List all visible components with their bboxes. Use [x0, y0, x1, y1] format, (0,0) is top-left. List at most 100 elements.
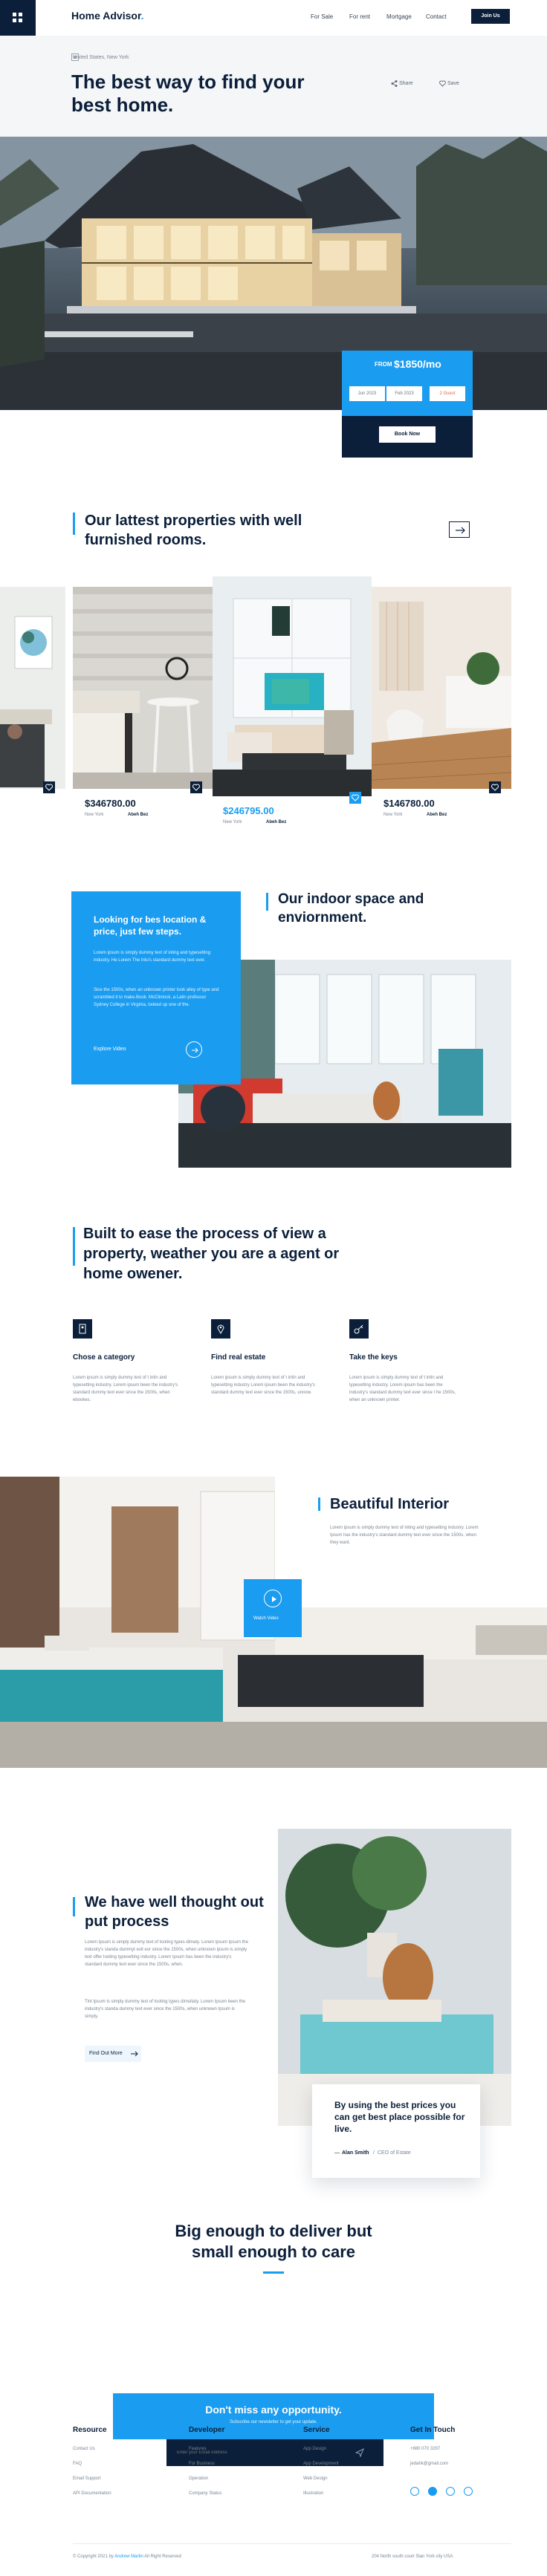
- nav-for-sale[interactable]: For Sale: [311, 13, 333, 20]
- footer-link[interactable]: Operation: [189, 2476, 208, 2481]
- footer-email[interactable]: jedahk@gmail.com: [410, 2462, 448, 2466]
- nav-for-rent[interactable]: For rent: [349, 13, 370, 20]
- footer-divider: [73, 2543, 511, 2544]
- testimonial-dash: —: [334, 2150, 340, 2156]
- favorite-button[interactable]: [349, 792, 361, 804]
- footer-phone[interactable]: +880 070 3297: [410, 2447, 440, 2451]
- instagram-icon[interactable]: [464, 2487, 473, 2496]
- check-out-field[interactable]: Feb 2023: [386, 386, 422, 401]
- thought-image: [278, 1829, 511, 2126]
- estate-feature-icon: [211, 1319, 230, 1339]
- feature-title: Chose a category: [73, 1353, 135, 1362]
- footer-link[interactable]: API Documentation: [73, 2491, 111, 2496]
- bedroom-illustration: [73, 587, 213, 789]
- price-from-label: FROM: [375, 361, 392, 368]
- footer-title: Resource: [73, 2426, 107, 2434]
- heart-icon: [45, 784, 53, 791]
- footer-link[interactable]: App Design: [303, 2447, 326, 2451]
- heart-icon[interactable]: [439, 80, 446, 87]
- property-location: New York: [383, 813, 403, 817]
- property-location: New York: [85, 813, 104, 817]
- arrow-right-icon: [131, 2051, 138, 2057]
- arrow-right-icon: [456, 527, 465, 534]
- footer-link[interactable]: Email Support: [73, 2476, 101, 2481]
- thought-paragraph: Tint Ipsum is simply dummy text of tooti…: [85, 2000, 246, 2019]
- favorite-button[interactable]: [190, 781, 202, 793]
- join-button[interactable]: Join Us: [471, 9, 510, 24]
- property-image[interactable]: [372, 587, 511, 789]
- section-accent-bar: [73, 1897, 75, 1916]
- price-value: $1850/mo: [394, 358, 441, 370]
- menu-icon: [13, 19, 16, 22]
- property-agent: Abeh Bez: [128, 813, 149, 817]
- menu-icon: [13, 13, 16, 16]
- footer-link[interactable]: Illustration: [303, 2491, 323, 2496]
- property-price: $346780.00: [85, 798, 136, 809]
- guests-field[interactable]: 2 Guest: [430, 386, 465, 401]
- footer-link[interactable]: Contact Us: [73, 2447, 95, 2451]
- feature-text: Lorem ipsum is simply dummy text of t in…: [73, 1376, 178, 1402]
- process-section-title: Built to ease the process of view a prop…: [83, 1226, 340, 1282]
- watch-video-label[interactable]: Watch Video: [253, 1616, 279, 1621]
- arrow-right-icon: [192, 1047, 198, 1053]
- key-icon: [354, 1324, 363, 1334]
- footer-link[interactable]: Web Design: [303, 2476, 328, 2481]
- favorite-button[interactable]: [489, 781, 501, 793]
- location-pin-icon: [217, 1324, 224, 1335]
- explore-video-button[interactable]: [186, 1041, 202, 1058]
- testimonial-role-separator: /: [373, 2150, 375, 2156]
- heart-icon: [491, 784, 499, 791]
- footer-link[interactable]: For Business: [189, 2462, 215, 2466]
- info-card-title: Looking for bes location & price, just f…: [94, 914, 207, 937]
- cta-title: Big enough to deliver but small enough t…: [175, 2222, 372, 2261]
- footer-link[interactable]: Company Status: [189, 2491, 221, 2496]
- interior-decor-illustration: [278, 1829, 511, 2126]
- thought-paragraph: Lorem Ipsum is simply dummy text of toot…: [85, 1940, 248, 1967]
- save-button[interactable]: Save: [447, 81, 459, 86]
- send-icon[interactable]: [355, 2448, 364, 2457]
- explore-video-link[interactable]: Explore Video: [94, 1047, 126, 1052]
- twitter-icon[interactable]: [428, 2487, 437, 2496]
- testimonial-author: Alan Smith: [342, 2150, 369, 2156]
- copyright-suffix: All Right Reserved: [144, 2554, 181, 2559]
- testimonial-quote: By using the best prices you can get bes…: [334, 2100, 465, 2134]
- nav-mortgage[interactable]: Mortgage: [386, 13, 412, 20]
- menu-icon: [19, 13, 22, 16]
- copyright-brand[interactable]: Andrew Martin: [114, 2554, 143, 2559]
- property-price: $246795.00: [223, 805, 274, 816]
- newsletter-subtitle: Subscribe our newsletter to get your upd…: [230, 2420, 317, 2424]
- linkedin-icon[interactable]: [446, 2487, 455, 2496]
- thought-section-title: We have well thought out put process: [85, 1894, 264, 1930]
- facebook-icon[interactable]: [410, 2487, 419, 2496]
- logo-dot: .: [140, 10, 144, 22]
- footer-link[interactable]: Features: [189, 2447, 207, 2451]
- property-image[interactable]: [213, 576, 372, 796]
- play-icon: [272, 1596, 276, 1602]
- find-out-more-label[interactable]: Find Out More: [89, 2051, 123, 2056]
- logo[interactable]: Home Advisor.: [71, 10, 144, 22]
- newsletter-card: [113, 2393, 434, 2439]
- section-accent-bar: [73, 513, 75, 535]
- footer-link[interactable]: FAQ: [73, 2462, 82, 2466]
- book-now-button[interactable]: Book Now: [379, 426, 436, 443]
- footer-title: Get In Touch: [410, 2426, 456, 2434]
- footer-link[interactable]: App Development: [303, 2462, 339, 2466]
- carousel-next-button[interactable]: [449, 521, 470, 538]
- menu-button[interactable]: [0, 0, 36, 36]
- property-agent: Abeh Bez: [427, 813, 447, 817]
- page-title: The best way to find your best home.: [71, 71, 305, 116]
- feature-title: Find real estate: [211, 1353, 266, 1362]
- property-image[interactable]: [73, 587, 213, 789]
- favorite-button[interactable]: [43, 781, 55, 793]
- bookmark-icon: [79, 1324, 86, 1334]
- indoor-section-title: Our indoor space and enviornment.: [278, 891, 424, 926]
- check-in-field[interactable]: Jun 2023: [349, 386, 385, 401]
- info-card-text: Lorem ipsum is simply dummy text of inti…: [94, 951, 211, 963]
- share-icon[interactable]: [391, 80, 398, 87]
- play-button[interactable]: [264, 1590, 282, 1607]
- room-illustration: [0, 587, 65, 789]
- heart-icon: [352, 794, 359, 801]
- share-button[interactable]: Share: [399, 81, 413, 86]
- property-image[interactable]: [0, 587, 65, 789]
- nav-contact[interactable]: Contact: [426, 13, 447, 20]
